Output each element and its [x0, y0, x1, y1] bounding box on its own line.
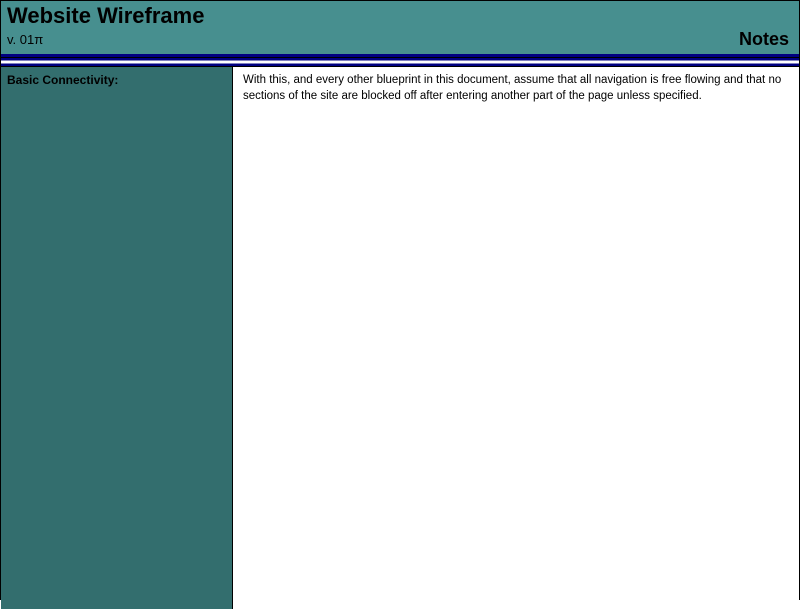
notes-heading: Notes: [739, 29, 793, 50]
sidebar-heading: Basic Connectivity:: [7, 73, 226, 87]
version-label: v. 01π: [7, 32, 43, 47]
header-subtitle-row: v. 01π Notes: [1, 29, 799, 54]
main-panel: With this, and every other blueprint in …: [233, 67, 799, 609]
sidebar: Basic Connectivity:: [1, 67, 233, 609]
page-title: Website Wireframe: [7, 3, 204, 29]
divider-band: [1, 57, 799, 67]
header: Website Wireframe v. 01π Notes: [1, 1, 799, 57]
body-text: With this, and every other blueprint in …: [243, 73, 789, 104]
header-top-row: Website Wireframe: [1, 1, 799, 29]
content-area: Basic Connectivity: With this, and every…: [1, 67, 799, 609]
